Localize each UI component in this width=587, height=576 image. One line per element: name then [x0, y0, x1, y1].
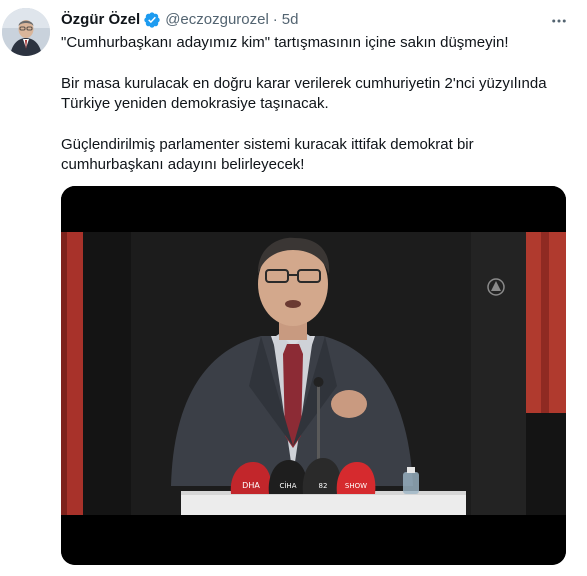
tweet-text-paragraph-3: Güçlendirilmiş parlamenter sistemi kurac…: [61, 136, 474, 173]
video-player[interactable]: DHA CİHA 82 SHOW: [61, 186, 566, 565]
mic-label-show: SHOW: [345, 482, 367, 490]
verified-badge-icon: [143, 11, 161, 29]
tweet-text-paragraph-1: "Cumhurbaşkanı adayımız kim" tartışmasın…: [61, 34, 509, 51]
tweet-header: Özgür Özel @eczozgurozel · 5d: [61, 10, 298, 30]
tweet-timestamp[interactable]: 5d: [282, 10, 299, 30]
video-scene: DHA CİHA 82 SHOW: [61, 232, 566, 515]
mic-label-cihan: CİHA: [279, 481, 296, 490]
author-name[interactable]: Özgür Özel: [61, 10, 140, 30]
mic-label-ntv: 82: [319, 482, 328, 490]
more-horizontal-icon[interactable]: [546, 8, 572, 34]
avatar[interactable]: [2, 8, 50, 56]
author-handle[interactable]: @eczozgurozel: [165, 10, 269, 30]
video-frame: DHA CİHA 82 SHOW: [61, 186, 566, 565]
separator-dot: ·: [272, 11, 278, 28]
tweet-text-paragraph-2: Bir masa kurulacak en doğru karar verile…: [61, 75, 547, 112]
tweet-card[interactable]: Özgür Özel @eczozgurozel · 5d "Cumhurbaş…: [0, 0, 587, 576]
mic-label-dha: DHA: [242, 481, 260, 490]
avatar-image: [2, 8, 50, 56]
